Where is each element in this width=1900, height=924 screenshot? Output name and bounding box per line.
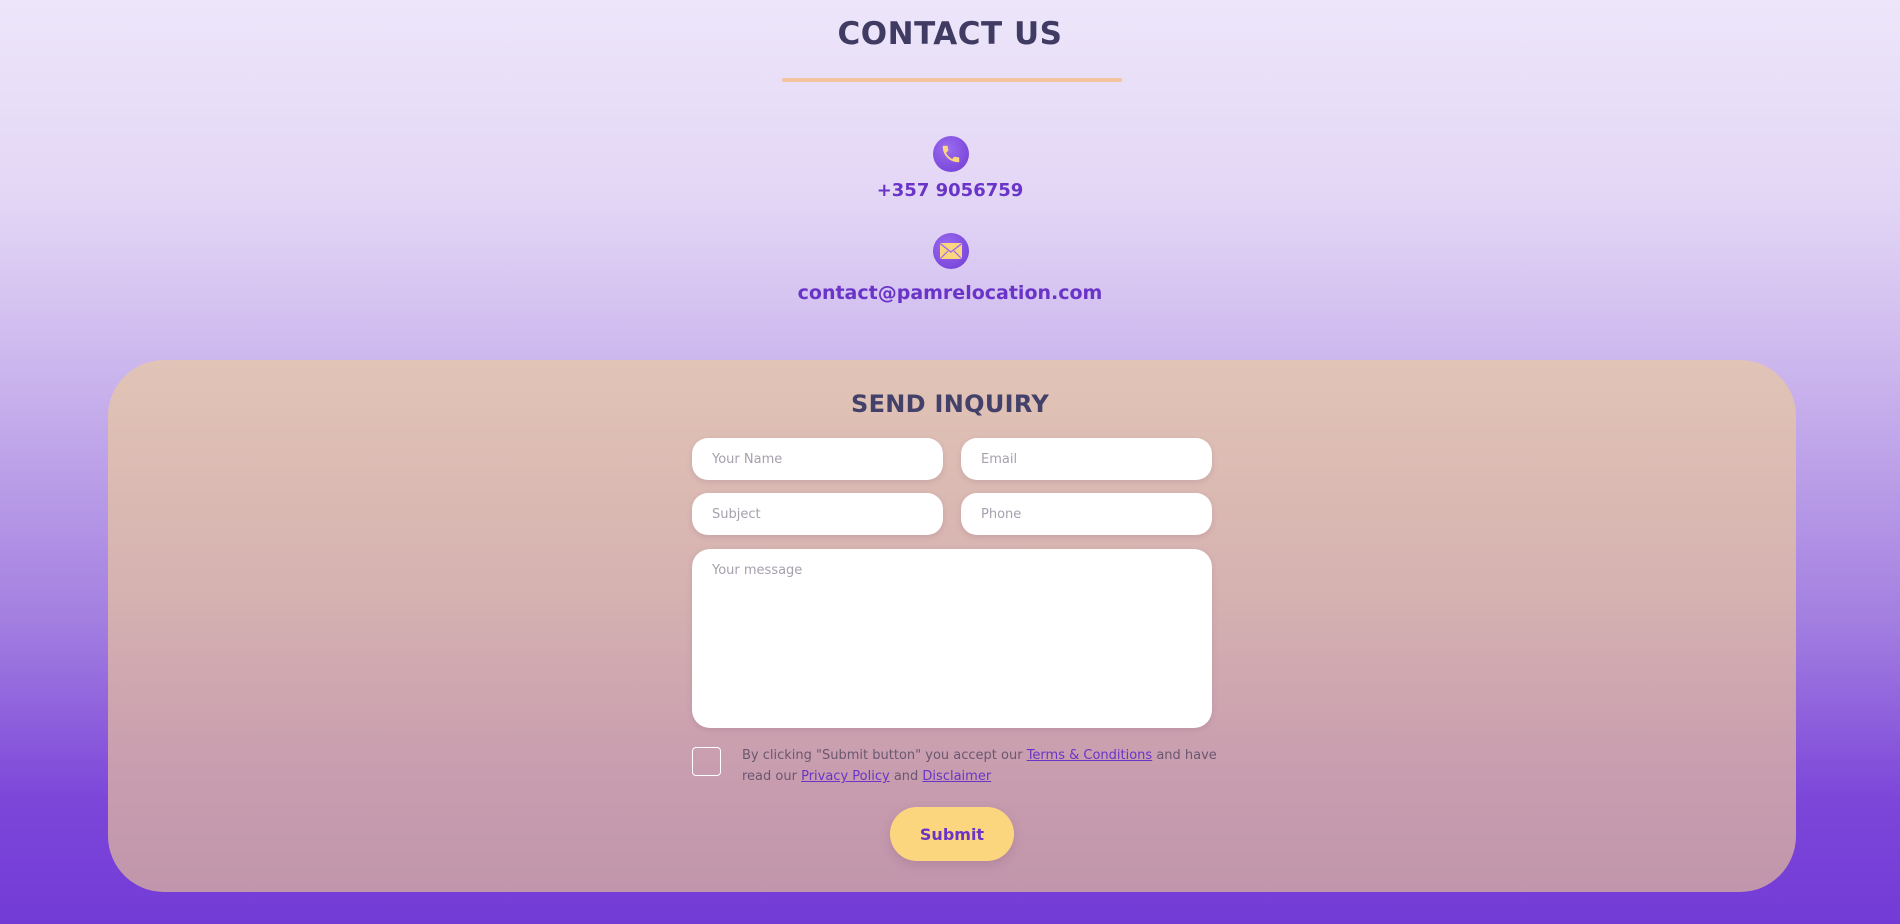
consent-text: By clicking "Submit button" you accept o… (742, 745, 1222, 787)
email-address[interactable]: contact@pamrelocation.com (0, 282, 1900, 304)
page-title: CONTACT US (837, 16, 1063, 52)
disclaimer-link[interactable]: Disclaimer (922, 769, 991, 784)
consent-text-and: and (889, 769, 923, 784)
phone-input[interactable] (961, 493, 1212, 535)
submit-button[interactable]: Submit (890, 807, 1014, 861)
message-textarea[interactable] (692, 549, 1212, 728)
subject-input[interactable] (692, 493, 943, 535)
phone-number[interactable]: +357 9056759 (0, 180, 1900, 201)
consent-text-before: By clicking "Submit button" you accept o… (742, 748, 1027, 763)
phone-icon (933, 136, 969, 172)
envelope-icon (933, 233, 969, 269)
title-underline (782, 78, 1122, 82)
name-input[interactable] (692, 438, 943, 480)
inquiry-title: SEND INQUIRY (850, 390, 1050, 418)
privacy-policy-link[interactable]: Privacy Policy (801, 769, 890, 784)
terms-link[interactable]: Terms & Conditions (1027, 748, 1153, 763)
email-input[interactable] (961, 438, 1212, 480)
consent-checkbox[interactable] (692, 747, 721, 776)
